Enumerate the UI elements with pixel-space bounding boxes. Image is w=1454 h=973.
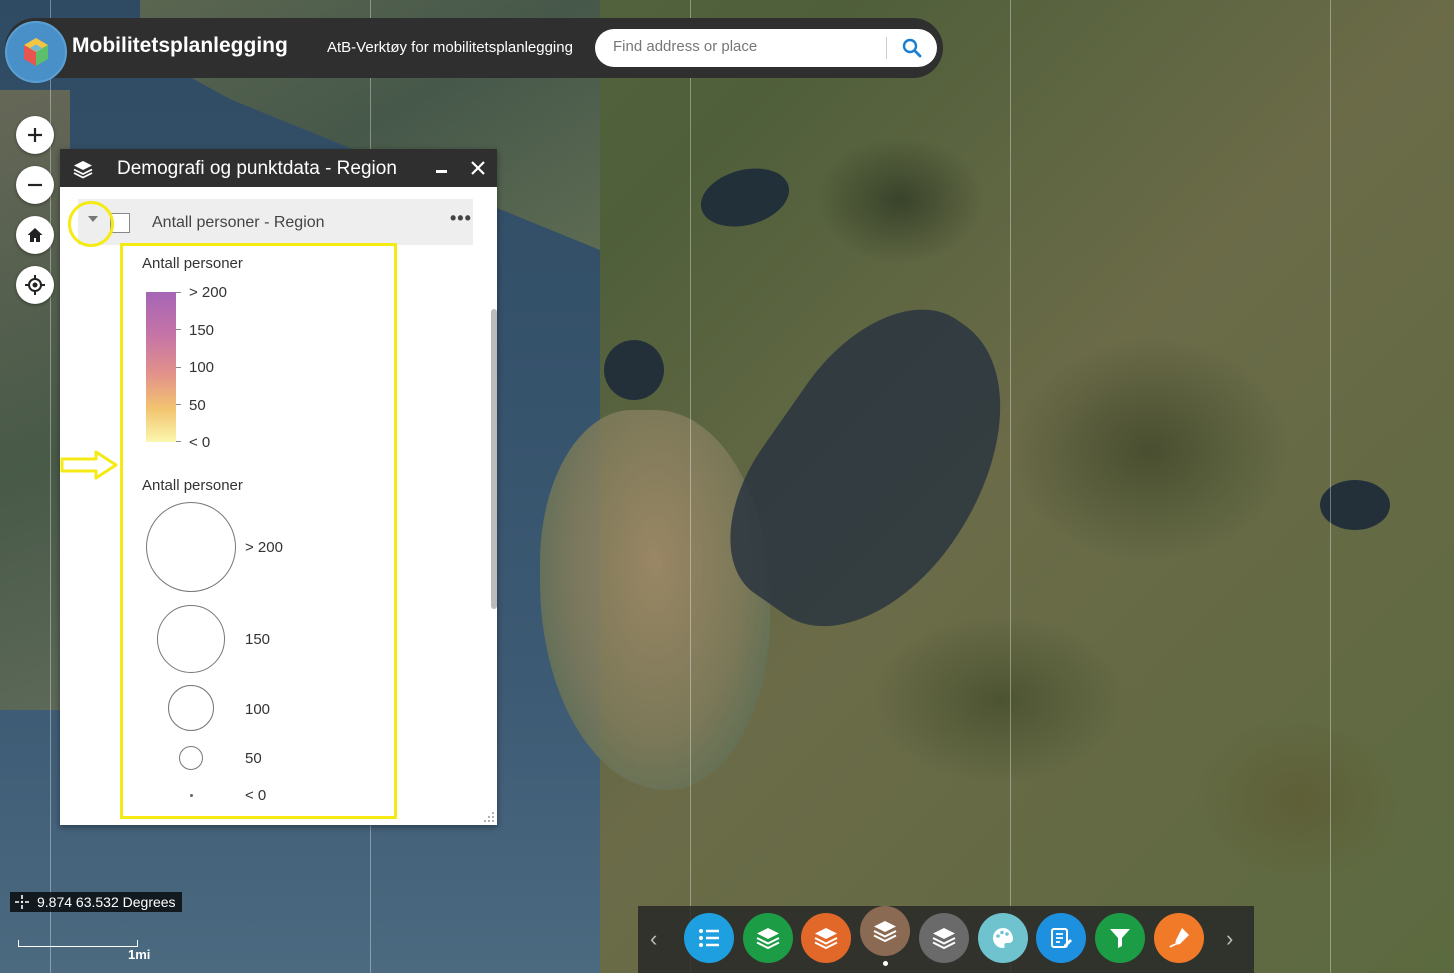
dock-button-filter[interactable] xyxy=(1095,913,1145,963)
dock-page-indicator xyxy=(883,961,888,966)
map-lake xyxy=(694,159,796,236)
search-box xyxy=(595,29,937,67)
dock-button-layers-brown[interactable] xyxy=(860,906,910,956)
dock-button-layers-gray[interactable] xyxy=(919,913,969,963)
resize-handle-icon[interactable] xyxy=(483,811,495,823)
scrollbar[interactable] xyxy=(491,309,497,609)
search-button[interactable] xyxy=(895,33,929,63)
plus-icon xyxy=(28,128,42,142)
filter-icon xyxy=(1110,929,1130,948)
app-title: Mobilitetsplanlegging xyxy=(72,34,288,57)
locate-button[interactable] xyxy=(16,266,54,304)
palette-icon xyxy=(993,928,1013,948)
dock-button-basemap[interactable] xyxy=(978,913,1028,963)
home-button[interactable] xyxy=(16,216,54,254)
dock-next-icon[interactable]: › xyxy=(1226,926,1233,952)
zoom-out-button[interactable] xyxy=(16,166,54,204)
home-icon xyxy=(27,228,43,242)
zoom-in-button[interactable] xyxy=(16,116,54,154)
search-input[interactable] xyxy=(613,38,873,55)
coordinate-readout: 9.874 63.532 Degrees xyxy=(10,892,182,912)
locate-icon xyxy=(25,275,45,295)
dock-button-layers-orange[interactable] xyxy=(801,913,851,963)
panel-title: Demografi og punktdata - Region xyxy=(117,158,397,179)
layers-icon xyxy=(814,928,838,950)
draw-icon xyxy=(1169,928,1189,948)
minimize-icon[interactable] xyxy=(436,170,447,173)
highlight-arrow-icon xyxy=(60,450,118,480)
close-icon[interactable] xyxy=(470,160,486,176)
scale-label: 1mi xyxy=(128,947,151,962)
panel-header: Demografi og punktdata - Region xyxy=(60,149,497,187)
dock-prev-icon[interactable]: ‹ xyxy=(650,926,657,952)
minus-icon xyxy=(28,183,42,187)
highlight-box xyxy=(120,243,397,819)
layer-item[interactable]: Antall personer - Region ••• xyxy=(78,199,473,245)
cube-logo-icon xyxy=(24,38,48,66)
highlight-circle xyxy=(68,201,114,247)
app-subtitle: AtB-Verktøy for mobilitetsplanlegging xyxy=(327,39,573,56)
map-gridline xyxy=(1010,0,1011,973)
crosshair-icon xyxy=(15,895,29,909)
layer-label: Antall personer - Region xyxy=(152,214,325,231)
dock-button-legend[interactable] xyxy=(684,913,734,963)
dock-button-layers-green[interactable] xyxy=(743,913,793,963)
map-lake xyxy=(604,340,664,400)
layers-icon xyxy=(932,928,956,950)
layers-icon xyxy=(873,921,897,943)
app-logo xyxy=(5,21,67,83)
edit-icon xyxy=(1051,928,1072,948)
map-gridline xyxy=(690,0,691,973)
map-gridline xyxy=(1330,0,1331,973)
more-options-icon[interactable]: ••• xyxy=(450,208,472,229)
layers-icon xyxy=(756,928,780,950)
layers-icon xyxy=(73,161,93,179)
scale-bar xyxy=(18,940,138,947)
list-icon xyxy=(699,929,719,947)
search-divider xyxy=(886,37,887,59)
coordinate-text: 9.874 63.532 Degrees xyxy=(37,894,176,910)
search-icon xyxy=(902,38,922,58)
dock-button-edit[interactable] xyxy=(1036,913,1086,963)
dock-button-draw[interactable] xyxy=(1154,913,1204,963)
